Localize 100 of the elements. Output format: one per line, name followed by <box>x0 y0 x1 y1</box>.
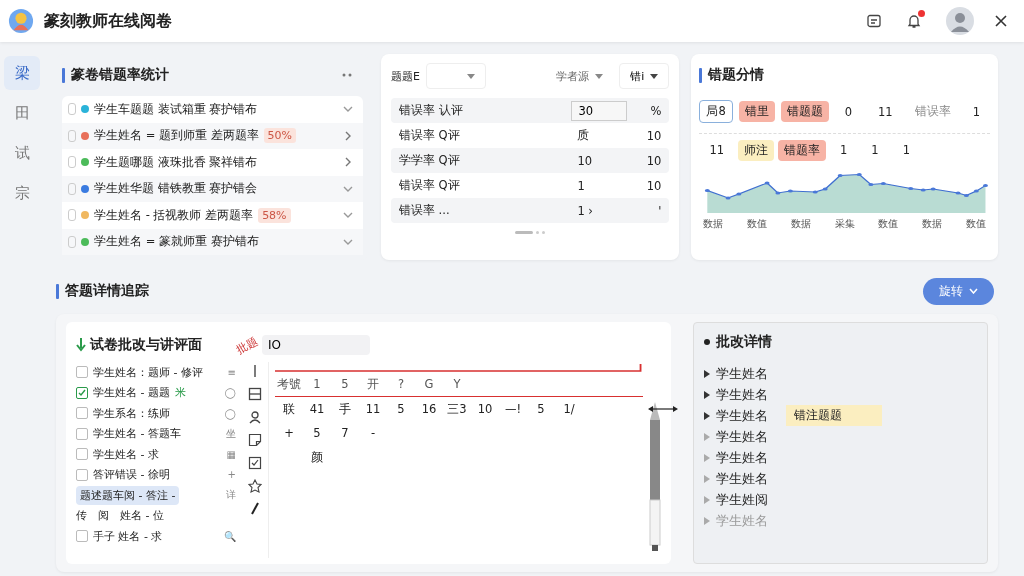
error-list-row[interactable]: 学生姓华题 错铁教重 赛护错会 <box>62 175 363 202</box>
expand-triangle-icon[interactable] <box>704 369 710 378</box>
sidebar-item[interactable]: 梁 <box>4 56 40 90</box>
filter-dropdown[interactable]: 错i <box>619 63 670 89</box>
grid-cell-text: 5 <box>340 377 350 391</box>
checkbox[interactable] <box>68 235 76 248</box>
grid-cell-text: 5 <box>536 402 546 416</box>
percent-badge: 58% <box>258 207 291 223</box>
error-list-row[interactable]: 学生题哪题 液珠批香 聚祥错布 <box>62 149 363 176</box>
grid-cell-text: 颜 <box>310 449 324 465</box>
error-item-text: 学生姓名 = 篆就师重 赛护错布 <box>94 234 259 250</box>
person-tool-icon[interactable] <box>248 410 262 424</box>
student-item[interactable]: 手子 姓名 - 求 <box>93 528 163 544</box>
row-glyph: 🔍 <box>224 530 236 542</box>
student-item[interactable]: 学生姓名 - 求 <box>93 446 159 462</box>
student-name[interactable]: 学生姓名 <box>716 364 768 383</box>
rate-input[interactable]: 30 <box>571 100 628 121</box>
tag: 错题题 <box>780 101 829 122</box>
chart-label: 师注 <box>738 140 774 161</box>
grid-cell-text: - <box>369 426 377 440</box>
caret-icon <box>595 73 604 79</box>
grid-cell-text: 开 <box>366 376 380 392</box>
sidebar-item[interactable]: 宗 <box>4 176 40 210</box>
student-item[interactable]: 传 阅 姓名 - 位 <box>76 508 164 524</box>
table-cell-text: 1 › <box>576 203 594 218</box>
student-item[interactable]: 答评错误 - 徐明 <box>93 467 170 483</box>
page-indicator[interactable] <box>542 231 546 234</box>
section-title: 答题详情追踪 <box>65 282 149 300</box>
checkbox[interactable] <box>68 209 76 222</box>
checkbox[interactable] <box>76 448 88 461</box>
error-item-text: 学生车题题 装试箱重 赛护错布 <box>94 101 258 117</box>
sidebar-item[interactable]: 田 <box>4 96 40 130</box>
table-cell-text: 10 <box>576 153 593 168</box>
student-item[interactable]: 学生姓名 - 题题 <box>93 385 170 401</box>
avatar-icon[interactable] <box>946 7 974 35</box>
checkbox[interactable] <box>68 182 76 195</box>
axis-label: 数值 <box>747 217 768 231</box>
expand-triangle-icon[interactable] <box>704 411 710 420</box>
checkbox[interactable] <box>76 427 88 440</box>
more-icon[interactable] <box>340 72 353 78</box>
screen-icon[interactable] <box>866 13 882 29</box>
checkbox[interactable] <box>76 530 88 543</box>
checkbox[interactable] <box>68 103 76 116</box>
calendar-tool-icon[interactable] <box>248 387 262 401</box>
student-item[interactable]: 学生系名：练师 <box>93 405 170 421</box>
expand-triangle-icon[interactable] <box>704 390 710 399</box>
axis-label: 数据 <box>922 217 943 231</box>
notification-bell-icon[interactable] <box>906 13 922 29</box>
sidebar-item[interactable]: 试 <box>4 136 40 170</box>
student-name[interactable]: 学生姓名 <box>716 469 768 488</box>
star-tool-icon[interactable] <box>248 479 262 493</box>
chart-label: 错题率 <box>778 140 826 161</box>
row-glyph: ◯ <box>224 407 236 419</box>
note-tool-icon[interactable] <box>248 433 262 447</box>
close-icon[interactable] <box>994 14 1008 28</box>
error-list-row[interactable]: 学生姓名 - 括视教师 差两题率 58% <box>62 202 363 229</box>
rotate-button[interactable]: 旋转 <box>923 277 994 305</box>
axis-label: 数值 <box>878 217 899 231</box>
error-list-row[interactable]: 学生姓名 = 篆就师重 赛护错布 <box>62 228 363 255</box>
checkbox[interactable] <box>76 407 88 420</box>
tag: 错里 <box>738 101 775 122</box>
checkbox[interactable] <box>68 156 76 169</box>
checkbox[interactable] <box>68 129 76 142</box>
handwritten-annotation: 批题 <box>233 333 261 357</box>
annotation-tag: 错注题题 <box>786 405 882 426</box>
checkbox[interactable] <box>76 386 88 399</box>
search-field[interactable]: IO <box>262 335 370 355</box>
student-name[interactable]: 学生姓名 <box>716 385 768 404</box>
student-item[interactable]: 学生姓名：题师 - 修评 <box>93 364 203 380</box>
student-chip[interactable]: 题述题车阅 - 答注 - <box>76 485 180 505</box>
table-cell-text: 10 <box>645 178 662 193</box>
student-name[interactable]: 学生姓名 <box>716 427 768 446</box>
check-tool-icon[interactable] <box>248 456 262 470</box>
page-indicator[interactable] <box>536 231 540 234</box>
student-name[interactable]: 学生姓名 <box>716 448 768 467</box>
pen-tool-icon[interactable] <box>248 502 262 516</box>
axis-label: 数值 <box>965 217 986 231</box>
row-glyph: ◯ <box>224 387 236 399</box>
tag: 错误率 <box>908 101 957 122</box>
error-list-row[interactable]: 学生车题题 装试箱重 赛护错布 <box>62 96 363 123</box>
student-name[interactable]: 学生姓阅 <box>716 490 768 509</box>
double-arrow-connector <box>648 404 678 414</box>
grid-cell-text: 三3 <box>446 401 468 417</box>
table-cell-text: 错误率 认评 <box>398 103 464 118</box>
error-list-row[interactable]: 学生姓名 = 题到师重 差两题率 50% <box>62 122 363 149</box>
workspace-title: 试卷批改与讲评面 <box>90 336 202 354</box>
student-name[interactable]: 学生姓名 <box>716 406 768 425</box>
checkbox[interactable] <box>76 468 88 481</box>
row-glyph: + <box>227 469 236 481</box>
tag: 局8 <box>699 100 733 123</box>
caret-icon <box>969 288 978 294</box>
chart-label: 11 <box>708 142 725 159</box>
student-item[interactable]: 学生姓名 - 答题车 <box>93 426 181 442</box>
row-glyph: 坐 <box>226 426 236 441</box>
error-item-text: 学生姓名 = 题到师重 差两题率 <box>94 128 259 144</box>
checkbox[interactable] <box>76 366 88 379</box>
page-indicator[interactable] <box>515 231 534 234</box>
down-arrow-icon <box>76 338 86 352</box>
tag: 11 <box>868 101 903 122</box>
table-cell-text: ' <box>657 203 662 218</box>
